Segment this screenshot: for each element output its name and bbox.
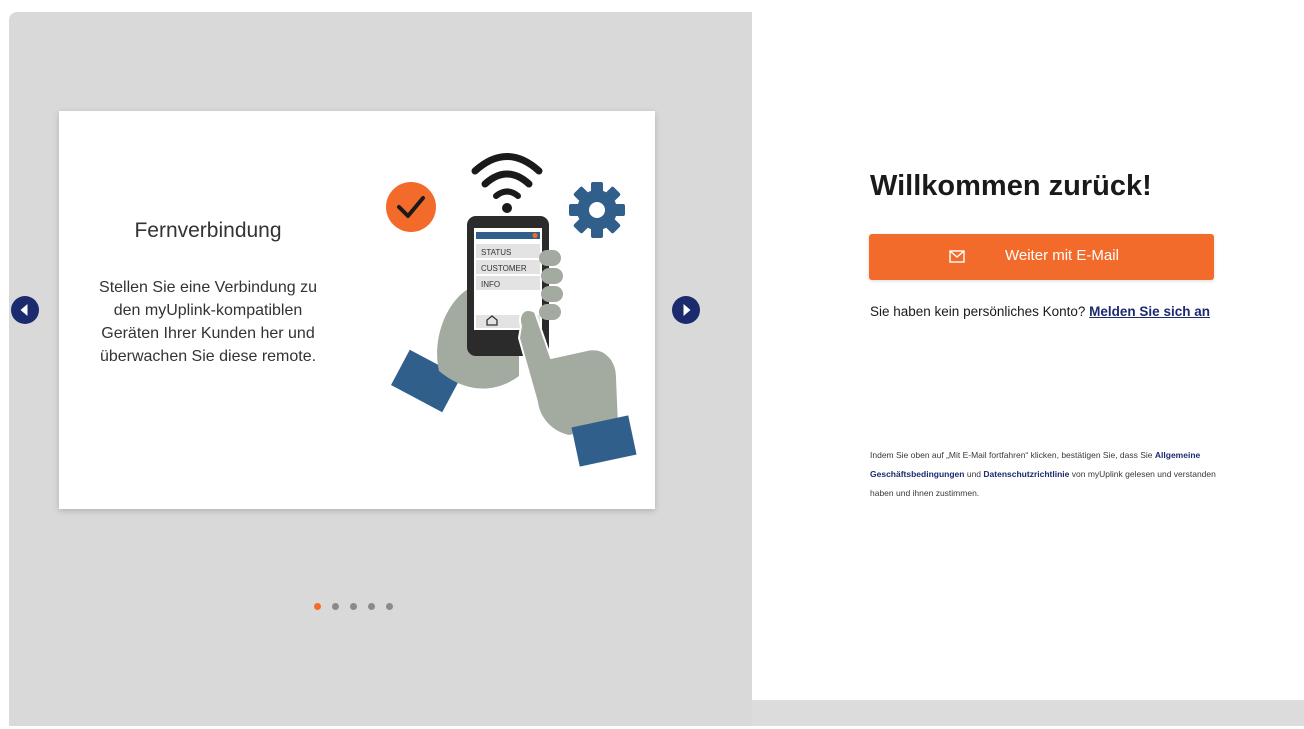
login-panel (752, 12, 1304, 700)
right-hand (517, 308, 621, 438)
carousel-next-button[interactable] (672, 296, 700, 324)
carousel-dot[interactable] (350, 603, 357, 610)
carousel-dot[interactable] (386, 603, 393, 610)
wifi-icon (471, 153, 543, 213)
remote-connection-illustration: STATUS CUSTOMER INFO (386, 153, 637, 467)
carousel-dot[interactable] (368, 603, 375, 610)
chevron-right-icon (683, 304, 691, 316)
legal-notice: Indem Sie oben auf „Mit E-Mail fortfahre… (870, 446, 1230, 503)
no-account-prompt: Sie haben kein persönliches Konto? Melde… (870, 303, 1210, 321)
gear-icon (569, 182, 625, 238)
carousel-dot[interactable] (314, 603, 321, 610)
phone-menu-status: STATUS (481, 248, 511, 257)
slide-title: Fernverbindung (134, 219, 282, 242)
legal-and: und (966, 469, 982, 479)
phone-menu-customer: CUSTOMER (481, 264, 527, 273)
welcome-heading: Willkommen zurück! (870, 170, 1152, 202)
legal-prefix: Indem Sie oben auf „Mit E-Mail fortfahre… (870, 450, 1153, 460)
phone-menu-info: INFO (481, 280, 500, 289)
email-button-label: Weiter mit E-Mail (1005, 247, 1119, 264)
slide-description: Stellen Sie eine Verbindung zu den myUpl… (99, 279, 317, 365)
mail-icon (949, 250, 965, 263)
check-circle-icon (386, 182, 436, 232)
carousel-pagination (314, 603, 393, 611)
privacy-link[interactable]: Datenschutzrichtlinie (983, 469, 1069, 479)
footer-strip (752, 700, 1304, 726)
chevron-left-icon (20, 304, 28, 316)
login-page: Fernverbindung Stellen Sie eine Verbindu… (0, 0, 1304, 729)
carousel-prev-button[interactable] (11, 296, 39, 324)
no-account-text: Sie haben kein persönliches Konto? (870, 304, 1086, 319)
signup-link[interactable]: Melden Sie sich an (1089, 304, 1210, 319)
onboarding-carousel: Fernverbindung Stellen Sie eine Verbindu… (9, 12, 752, 726)
carousel-dot[interactable] (332, 603, 339, 610)
carousel-slide: Fernverbindung Stellen Sie eine Verbindu… (59, 111, 655, 509)
continue-with-email-button[interactable]: Weiter mit E-Mail (869, 234, 1214, 280)
